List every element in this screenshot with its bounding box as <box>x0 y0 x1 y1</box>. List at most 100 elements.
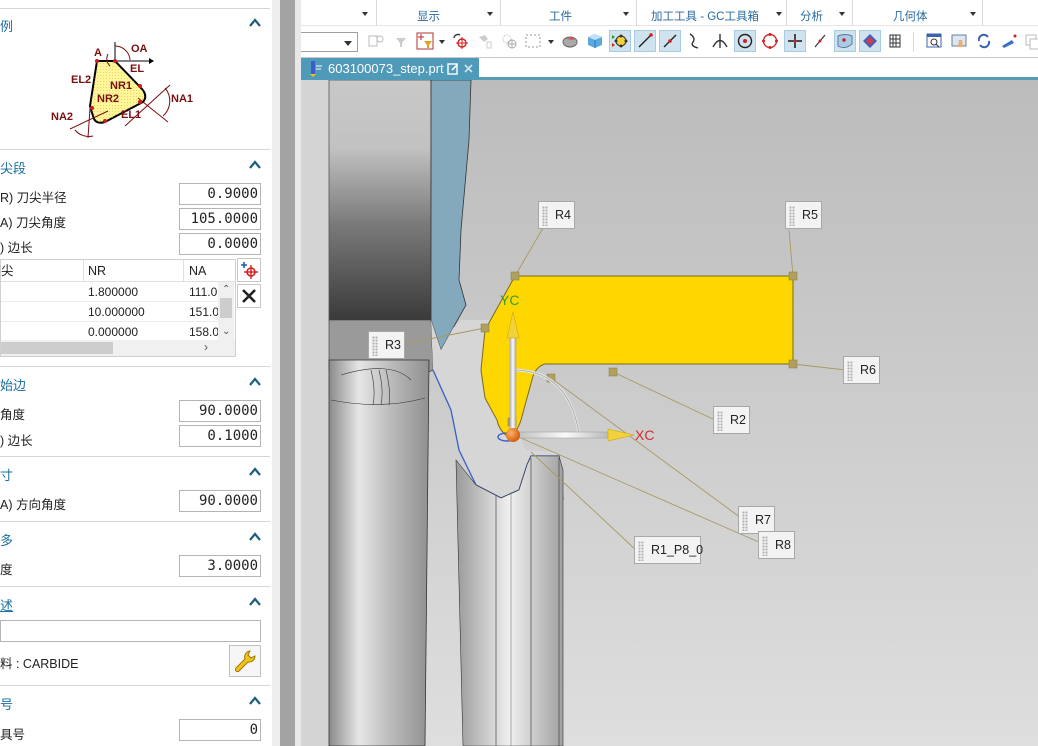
material-library-button[interactable] <box>229 645 261 677</box>
document-tab[interactable]: 603100073_step.prt <box>301 58 479 80</box>
chevron-up-icon[interactable] <box>248 595 262 609</box>
table-row[interactable]: 0.000000 158.0 <box>1 322 219 342</box>
dropdown-caret-icon[interactable] <box>970 12 976 16</box>
tool-number-input[interactable]: 0 <box>179 719 261 741</box>
zoom-window-icon[interactable] <box>923 30 945 52</box>
scroll-right-icon[interactable]: › <box>204 341 208 353</box>
annotation-R8[interactable]: R8 <box>758 531 795 559</box>
drag-handle-icon[interactable] <box>789 206 795 226</box>
table-row[interactable]: 1.800000 111.0 <box>1 282 219 302</box>
grid-icon[interactable] <box>884 30 906 52</box>
edge-length-input[interactable]: 0.0000 <box>179 233 261 255</box>
pan-icon[interactable] <box>948 30 970 52</box>
scroll-up-icon[interactable]: ⌃ <box>222 284 230 296</box>
point-snap-icon[interactable] <box>498 30 520 52</box>
drag-handle-icon[interactable] <box>542 206 548 226</box>
nose-radius-input[interactable]: 0.9000 <box>179 183 261 205</box>
selection-filter-icon[interactable] <box>414 30 436 52</box>
drag-handle-icon[interactable] <box>717 411 723 431</box>
dropdown-caret-icon[interactable] <box>776 12 782 16</box>
section-header-size[interactable]: 寸 <box>0 465 272 485</box>
resource-bar-splitter[interactable] <box>280 0 295 746</box>
section-header-diagram[interactable]: 例 <box>0 16 272 36</box>
snap-icon[interactable] <box>474 30 496 52</box>
point-on-face-icon[interactable] <box>834 30 856 52</box>
chevron-up-icon[interactable] <box>248 158 262 172</box>
ribbon-group-workpiece[interactable]: 工件 <box>501 0 637 26</box>
drag-handle-icon[interactable] <box>638 541 644 561</box>
annotation-R4[interactable]: R4 <box>538 201 575 229</box>
annotation-R1_P8_0[interactable]: R1_P8_0 <box>634 536 703 564</box>
add-component-icon[interactable] <box>365 30 387 52</box>
wcs-icon[interactable] <box>998 30 1020 52</box>
quadrant-icon[interactable] <box>759 30 781 52</box>
more-icon[interactable] <box>1021 30 1038 52</box>
column-header[interactable]: 尖 <box>1 260 14 282</box>
curve-point-icon[interactable] <box>684 30 706 52</box>
edge-angle-input[interactable]: 90.0000 <box>179 400 261 422</box>
column-header[interactable]: NA <box>189 260 206 282</box>
table-row[interactable]: 10.000000 151.0 <box>1 302 219 322</box>
midpoint-icon[interactable] <box>659 30 681 52</box>
drag-handle-icon[interactable] <box>742 511 748 531</box>
table-vertical-scrollbar[interactable]: ⌃ ⌄ <box>218 282 234 342</box>
section-header-tip[interactable]: 尖段 <box>0 158 272 178</box>
graphics-viewport[interactable]: YC XC R4 R5 R3 R6 R2 R7 R8 R1_P8_0 <box>301 80 1038 746</box>
ribbon-group-machining-tools[interactable]: 加工工具 - GC工具箱 <box>637 0 787 26</box>
existing-point-icon[interactable] <box>784 30 806 52</box>
rectangle-select-icon[interactable] <box>522 30 544 52</box>
table-horizontal-scrollbar[interactable]: › <box>1 340 235 356</box>
endpoint-icon[interactable] <box>634 30 656 52</box>
dropdown-caret-icon[interactable] <box>548 40 554 44</box>
ribbon-group-geometry[interactable]: 几何体 <box>853 0 983 26</box>
annotation-R5[interactable]: R5 <box>785 201 822 229</box>
chevron-up-icon[interactable] <box>248 694 262 708</box>
annotation-R7[interactable]: R7 <box>738 506 775 534</box>
dropdown-caret-icon[interactable] <box>362 12 368 16</box>
chevron-up-icon[interactable] <box>248 465 262 479</box>
scrollbar-thumb[interactable] <box>220 298 232 318</box>
point-on-curve-icon[interactable] <box>809 30 831 52</box>
snap-point-settings-icon[interactable] <box>609 30 631 52</box>
add-point-button[interactable] <box>237 258 261 282</box>
column-divider[interactable] <box>183 260 184 282</box>
dropdown-caret-icon[interactable] <box>623 12 629 16</box>
type-filter-dropdown[interactable] <box>301 32 358 52</box>
drag-handle-icon[interactable] <box>762 536 768 556</box>
delete-point-button[interactable] <box>237 284 261 308</box>
dropdown-caret-icon[interactable] <box>487 12 493 16</box>
ribbon-group-analysis[interactable]: 分析 <box>787 0 853 26</box>
chevron-up-icon[interactable] <box>248 530 262 544</box>
shaded-view-icon[interactable] <box>559 30 581 52</box>
column-header[interactable]: NR <box>88 260 106 282</box>
scroll-down-icon[interactable]: ⌄ <box>222 326 230 338</box>
section-header-number[interactable]: 号 <box>0 694 272 714</box>
intersection-icon[interactable] <box>709 30 731 52</box>
dropdown-caret-icon[interactable] <box>344 41 352 46</box>
section-header-description[interactable]: 述 <box>0 595 272 615</box>
length-input[interactable]: 3.0000 <box>179 555 261 577</box>
column-divider[interactable] <box>83 260 84 282</box>
undo-select-icon[interactable] <box>449 30 471 52</box>
rotate-icon[interactable] <box>973 30 995 52</box>
drag-handle-icon[interactable] <box>847 361 853 381</box>
cad-model-view[interactable] <box>301 80 1038 746</box>
cube-view-icon[interactable] <box>584 30 606 52</box>
ribbon-group-display[interactable]: 显示 <box>377 0 501 26</box>
dropdown-caret-icon[interactable] <box>439 40 445 44</box>
chevron-up-icon[interactable] <box>248 16 262 30</box>
annotation-R3[interactable]: R3 <box>368 331 405 359</box>
annotation-R2[interactable]: R2 <box>713 406 750 434</box>
edge-length2-input[interactable]: 0.1000 <box>179 425 261 447</box>
annotation-R6[interactable]: R6 <box>843 356 880 384</box>
ribbon-group[interactable] <box>301 0 377 26</box>
bounded-grid-icon[interactable] <box>859 30 881 52</box>
close-tab-icon[interactable] <box>463 63 474 74</box>
nose-angle-input[interactable]: 105.0000 <box>179 208 261 230</box>
drag-handle-icon[interactable] <box>372 336 378 356</box>
orientation-angle-input[interactable]: 90.0000 <box>179 490 261 512</box>
arc-center-icon[interactable] <box>734 30 756 52</box>
chevron-up-icon[interactable] <box>248 375 262 389</box>
description-input[interactable] <box>0 620 261 642</box>
dropdown-caret-icon[interactable] <box>839 12 845 16</box>
